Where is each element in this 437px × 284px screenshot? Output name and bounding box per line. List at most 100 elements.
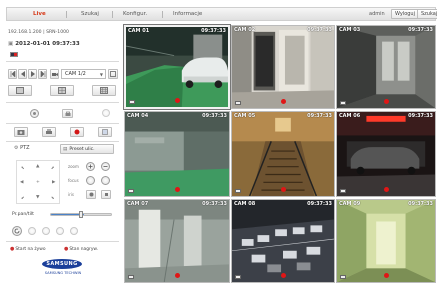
camera-icon xyxy=(50,69,59,79)
camera-feed xyxy=(125,112,229,196)
camera-feed xyxy=(126,27,228,107)
camera-label: CAM 09 xyxy=(339,201,361,207)
layout-4-button[interactable] xyxy=(50,85,74,96)
camera-tile[interactable]: CAM 03 09:37:33 xyxy=(336,25,436,109)
focus-far-icon[interactable] xyxy=(101,176,110,185)
camera-feed xyxy=(232,200,334,282)
camera-label: CAM 02 xyxy=(234,27,256,33)
ptz-direction-pad: ⬉ ▲ ⬈ ◀ + ▶ ⬋ ▼ ⬊ xyxy=(16,160,60,204)
layout-16-button[interactable] xyxy=(92,85,116,96)
refresh-icon[interactable] xyxy=(12,226,22,236)
camera-status-icon xyxy=(128,189,134,193)
camera-tile[interactable]: CAM 04 09:37:33 xyxy=(124,111,230,197)
camera-timestamp: 09:37:33 xyxy=(202,201,227,207)
camera-timestamp: 09:37:33 xyxy=(307,27,332,33)
next-page-icon[interactable] xyxy=(28,69,37,79)
last-page-icon[interactable] xyxy=(38,69,47,79)
preset-1-icon[interactable] xyxy=(28,227,36,235)
camera-timestamp: 09:37:33 xyxy=(307,201,332,207)
tab-setup[interactable]: Konfigur. xyxy=(123,8,147,20)
zoom-out-icon[interactable] xyxy=(101,162,110,171)
record-icon[interactable] xyxy=(70,127,84,137)
ptz-down-left[interactable]: ⬋ xyxy=(21,195,24,200)
ptz-down-right[interactable]: ⬊ xyxy=(51,195,54,200)
tab-information[interactable]: Informacje xyxy=(173,8,202,20)
samsung-logo: SAMSUNG SAMSUNG TECHWIN xyxy=(42,259,84,275)
camera-status-icon xyxy=(340,189,346,193)
camera-tile[interactable]: CAM 01 09:37:33 xyxy=(123,24,231,110)
camera-timestamp: 09:37:33 xyxy=(307,113,332,119)
tab-live[interactable]: Live xyxy=(33,8,46,20)
recording-indicator-icon xyxy=(175,187,180,192)
iris-close-icon[interactable] xyxy=(101,190,111,199)
camera-status-icon xyxy=(235,101,241,105)
recording-indicator-icon xyxy=(281,273,286,278)
recording-indicator-icon xyxy=(384,187,389,192)
camera-tile[interactable]: CAM 09 09:37:33 xyxy=(336,199,436,283)
recording-indicator-icon xyxy=(384,99,389,104)
camera-tile[interactable]: CAM 07 09:37:33 xyxy=(124,199,230,283)
capture-icon[interactable] xyxy=(14,127,28,137)
camera-label: CAM 01 xyxy=(128,28,150,34)
camera-label: CAM 04 xyxy=(127,113,149,119)
preset-button[interactable]: ▤ Preset ulic. xyxy=(60,144,114,154)
ptz-up[interactable]: ▲ xyxy=(36,164,39,169)
live-link[interactable]: ●Start na żywo xyxy=(10,246,46,252)
lock-icon[interactable] xyxy=(62,109,73,118)
ptz-up-left[interactable]: ⬉ xyxy=(21,165,24,170)
speed-slider-handle[interactable] xyxy=(79,211,83,218)
date-time-display: ▣ 2012-01-01 09:37:33 xyxy=(8,41,80,47)
previous-page-icon[interactable] xyxy=(18,69,27,79)
fullscreen-icon[interactable] xyxy=(108,69,118,79)
live-link-label: Start na żywo xyxy=(15,247,46,252)
camera-feed xyxy=(337,200,435,282)
iris-open-icon[interactable] xyxy=(86,190,96,199)
record-status-link[interactable]: ●Stan nagryw. xyxy=(64,246,98,252)
play-icon[interactable] xyxy=(98,127,112,137)
divider xyxy=(6,102,119,103)
control-panel: 192.168.1.200 | SRN-1000 ▣ 2012-01-01 09:… xyxy=(6,23,119,281)
camera-label: CAM 08 xyxy=(234,201,256,207)
camera-feed xyxy=(337,26,435,108)
ptz-up-right[interactable]: ⬈ xyxy=(51,165,54,170)
ptz-left[interactable]: ◀ xyxy=(20,180,23,185)
ptz-home[interactable]: + xyxy=(36,180,40,185)
bullet-icon: ● xyxy=(64,246,69,252)
preset-3-icon[interactable] xyxy=(56,227,64,235)
extra-button[interactable]: Szukaj xyxy=(417,9,437,19)
nav-separator xyxy=(162,11,163,18)
top-navigation-bar: Live Szukaj Konfigur. Informacje admin W… xyxy=(6,7,437,21)
camera-status-icon xyxy=(340,275,346,279)
divider xyxy=(6,61,119,62)
nav-separator xyxy=(112,11,113,18)
bullet-icon: ● xyxy=(10,246,15,252)
zoom-label: zoom xyxy=(68,164,79,169)
camera-timestamp: 09:37:33 xyxy=(202,113,227,119)
camera-tile[interactable]: CAM 02 09:37:33 xyxy=(231,25,335,109)
preset-label: Preset ulic. xyxy=(69,146,95,152)
preset-2-icon[interactable] xyxy=(42,227,50,235)
first-page-icon[interactable] xyxy=(8,69,17,79)
logout-button[interactable]: Wyloguj xyxy=(391,9,419,19)
layout-1-button[interactable] xyxy=(8,85,32,96)
clock-icon: ▣ xyxy=(8,41,14,47)
channel-select[interactable]: CAM 1/2 ▼ xyxy=(61,69,106,79)
zoom-in-icon[interactable] xyxy=(86,162,95,171)
ptz-label: PTZ xyxy=(20,145,30,151)
camera-tile[interactable]: CAM 05 09:37:33 xyxy=(231,111,335,197)
audio-icon[interactable] xyxy=(30,109,39,118)
speed-label: Pr.pan/tilt xyxy=(12,212,34,217)
ptz-down[interactable]: ▼ xyxy=(36,195,39,200)
camera-tile[interactable]: CAM 06 09:37:33 xyxy=(336,111,436,197)
print-icon[interactable] xyxy=(42,127,56,137)
tab-search[interactable]: Szukaj xyxy=(81,8,99,20)
preset-4-icon[interactable] xyxy=(70,227,78,235)
recording-indicator-icon xyxy=(281,99,286,104)
focus-near-icon[interactable] xyxy=(86,176,95,185)
camera-label: CAM 05 xyxy=(234,113,256,119)
chevron-down-icon: ▼ xyxy=(99,72,103,77)
ptz-right[interactable]: ▶ xyxy=(52,180,55,185)
monitor-icon xyxy=(10,52,18,57)
divider xyxy=(6,123,119,124)
camera-tile[interactable]: CAM 08 09:37:33 xyxy=(231,199,335,283)
